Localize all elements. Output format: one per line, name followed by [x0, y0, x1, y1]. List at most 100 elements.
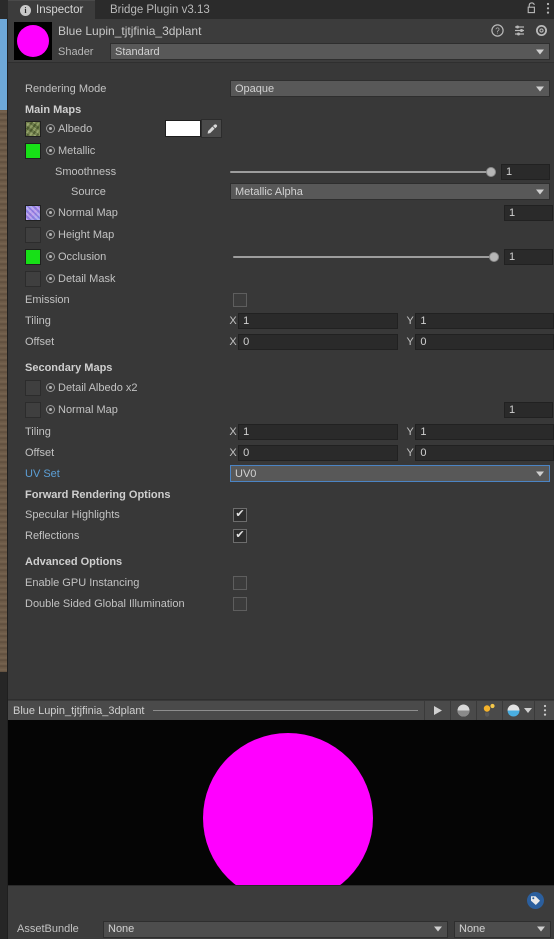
secondary-normal-map-label: Normal Map [58, 403, 118, 416]
height-map-label: Height Map [58, 228, 115, 241]
normal-map-texture-swatch[interactable] [25, 204, 41, 221]
shader-row: Shader Standard [58, 43, 554, 60]
assetbundle-footer: AssetBundle None None [8, 885, 554, 939]
smoothness-value: 1 [506, 165, 513, 178]
secondary-tiling-x-field[interactable]: 1 [238, 423, 399, 440]
inspector-window: i Inspector Bridge Plugin v3.13 Blue Lup… [0, 0, 554, 939]
metallic-texture-swatch[interactable] [25, 142, 41, 159]
chevron-down-icon [536, 189, 544, 194]
row-double-sided-gi: Double Sided Global Illumination [8, 593, 554, 614]
shader-label: Shader [58, 45, 94, 58]
height-map-toggle-icon[interactable] [46, 230, 55, 239]
normal-map-value: 1 [509, 207, 516, 219]
help-icon[interactable]: ? [491, 24, 504, 40]
occlusion-toggle-icon[interactable] [46, 252, 55, 261]
detail-albedo-toggle-icon[interactable] [46, 383, 55, 392]
row-advanced-options-header: Advanced Options [8, 551, 554, 572]
row-normal-map: Normal Map 1 [8, 202, 554, 223]
albedo-toggle-icon[interactable] [46, 124, 55, 133]
detail-mask-texture-swatch[interactable] [25, 270, 41, 287]
secondary-normal-map-value-field[interactable]: 1 [504, 402, 553, 418]
detail-albedo-texture-swatch[interactable] [25, 379, 41, 396]
offset-x-field[interactable]: 0 [238, 333, 399, 350]
main-maps-header: Main Maps [25, 103, 82, 116]
offset-label: Offset [25, 335, 55, 348]
tag-icon[interactable] [527, 892, 544, 909]
offset-y-field[interactable]: 0 [415, 333, 554, 350]
smoothness-slider[interactable] [230, 164, 496, 180]
smoothness-slider-knob[interactable] [486, 166, 496, 177]
metallic-toggle-icon[interactable] [46, 146, 55, 155]
occlusion-slider-knob[interactable] [489, 251, 499, 262]
occlusion-value: 1 [509, 251, 516, 263]
tiling-y-field[interactable]: 1 [415, 312, 554, 329]
edge-strip-wood [0, 110, 7, 672]
forward-rendering-header: Forward Rendering Options [25, 488, 171, 501]
preset-icon[interactable] [513, 24, 526, 40]
background-edge-strip [0, 0, 8, 939]
secondary-offset-x-field[interactable]: 0 [238, 444, 399, 461]
tab-inspector[interactable]: i Inspector [8, 0, 96, 19]
material-thumbnail[interactable] [14, 22, 52, 60]
lighting-sphere-icon[interactable] [450, 701, 476, 720]
albedo-texture-swatch[interactable] [25, 120, 41, 137]
material-header: Blue Lupin_tjtjfinia_3dplant ? Shader St… [8, 19, 554, 63]
lock-open-icon[interactable] [527, 2, 538, 17]
light-bulb-icon[interactable] [476, 701, 502, 720]
tiling-x-field[interactable]: 1 [238, 312, 399, 329]
secondary-tiling-x-axis-label: X [229, 425, 237, 438]
detail-mask-toggle-icon[interactable] [46, 274, 55, 283]
uv-set-dropdown[interactable]: UV0 [230, 465, 550, 482]
occlusion-value-field[interactable]: 1 [504, 249, 553, 265]
smoothness-value-field[interactable]: 1 [501, 163, 550, 180]
shader-dropdown[interactable]: Standard [110, 43, 550, 60]
tab-bar-actions [527, 0, 550, 19]
gpu-instancing-label: Enable GPU Instancing [25, 576, 140, 589]
kebab-menu-icon[interactable] [534, 701, 554, 720]
source-dropdown[interactable]: Metallic Alpha [230, 183, 550, 200]
occlusion-slider[interactable] [233, 249, 499, 265]
eyedropper-button[interactable] [201, 119, 223, 138]
chevron-down-icon [536, 49, 544, 54]
albedo-color-field[interactable] [165, 120, 202, 137]
secondary-offset-y-field[interactable]: 0 [415, 444, 554, 461]
double-sided-gi-checkbox[interactable] [233, 596, 247, 611]
material-preview-canvas[interactable] [8, 720, 554, 903]
gpu-instancing-checkbox[interactable] [233, 575, 247, 590]
row-offset-main: Offset X 0 Y 0 [8, 331, 554, 352]
secondary-normal-map-texture-swatch[interactable] [25, 401, 41, 418]
row-tiling-secondary: Tiling X 1 Y 1 [8, 421, 554, 442]
row-secondary-maps-header: Secondary Maps [8, 357, 554, 378]
info-icon: i [20, 4, 31, 16]
normal-map-toggle-icon[interactable] [46, 208, 55, 217]
detail-albedo-label: Detail Albedo x2 [58, 381, 138, 394]
secondary-normal-map-toggle-icon[interactable] [46, 405, 55, 414]
play-icon[interactable] [424, 701, 450, 720]
rendering-mode-dropdown[interactable]: Opaque [230, 80, 550, 97]
height-map-texture-swatch[interactable] [25, 226, 41, 243]
tab-bridge-plugin[interactable]: Bridge Plugin v3.13 [98, 0, 222, 19]
chevron-down-icon [536, 86, 544, 91]
assetbundle-dropdown[interactable]: None [103, 920, 448, 938]
normal-map-value-field[interactable]: 1 [504, 205, 553, 221]
row-specular-highlights: Specular Highlights ✔ [8, 504, 554, 525]
occlusion-texture-swatch[interactable] [25, 248, 41, 265]
secondary-tiling-y-field[interactable]: 1 [415, 423, 554, 440]
gear-icon[interactable] [535, 24, 548, 40]
secondary-offset-x-axis-label: X [229, 446, 237, 459]
offset-x-value: 0 [243, 335, 250, 348]
preview-drag-rule[interactable] [152, 710, 418, 711]
assetbundle-variant-value: None [459, 923, 486, 935]
tiling-x-value: 1 [243, 314, 250, 327]
render-mode-sphere-icon[interactable] [502, 701, 534, 720]
reflections-checkbox[interactable]: ✔ [233, 528, 247, 543]
uv-set-value: UV0 [235, 467, 257, 480]
advanced-options-header: Advanced Options [25, 555, 123, 568]
secondary-tiling-label: Tiling [25, 425, 51, 438]
row-height-map: Height Map [8, 224, 554, 245]
specular-highlights-checkbox[interactable]: ✔ [233, 507, 247, 522]
emission-checkbox[interactable] [233, 292, 247, 307]
secondary-tiling-y-axis-label: Y [406, 425, 414, 438]
kebab-menu-icon[interactable] [546, 2, 550, 18]
assetbundle-variant-dropdown[interactable]: None [454, 920, 551, 938]
